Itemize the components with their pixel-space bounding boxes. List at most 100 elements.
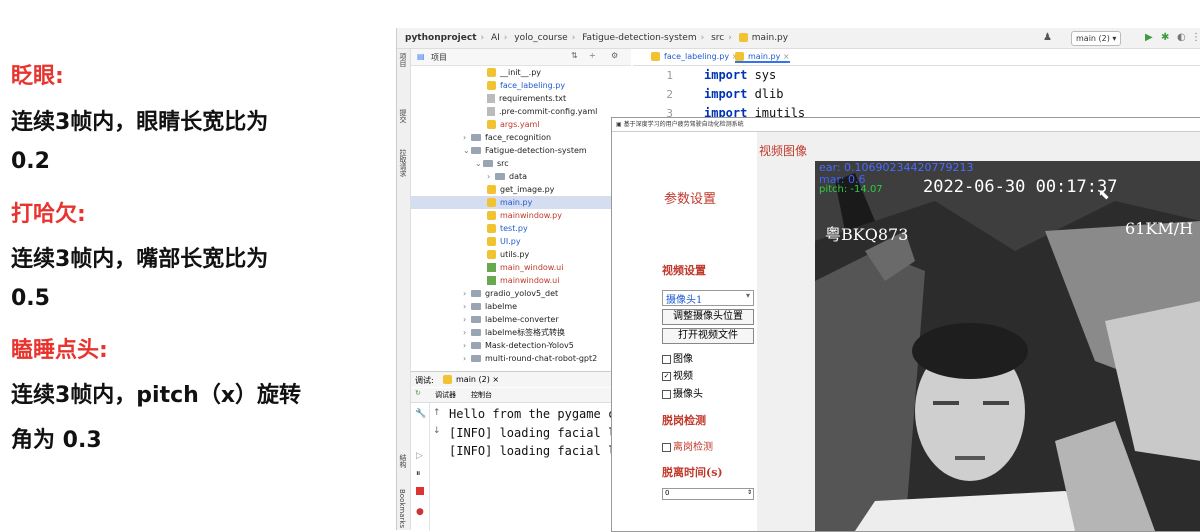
tab-console[interactable]: 控制台	[471, 390, 492, 400]
file-icon	[487, 198, 496, 207]
file-icon	[487, 81, 496, 90]
tree-item[interactable]: args.yaml	[411, 118, 631, 131]
tree-item[interactable]: requirements.txt	[411, 92, 631, 105]
tree-item[interactable]: get_image.py	[411, 183, 631, 196]
collapse-icon[interactable]: ÷	[589, 51, 596, 60]
video-label: 视频图像	[759, 144, 808, 158]
breadcrumb-item[interactable]: AI	[491, 33, 500, 43]
expand-icon[interactable]: ⇅	[571, 51, 578, 60]
chevron-down-icon: ▾	[745, 291, 750, 300]
chevron-icon[interactable]: ›	[463, 352, 471, 365]
run-name: main (2)	[456, 375, 490, 384]
chevron-icon[interactable]: ›	[487, 170, 495, 183]
tree-item-label: __init__.py	[500, 68, 542, 77]
breadcrumb-item[interactable]: Fatigue-detection-system	[582, 33, 696, 43]
tree-item[interactable]: ⌄ Fatigue-detection-system	[411, 144, 631, 157]
settings-icon[interactable]: ⚙	[611, 51, 618, 60]
chevron-icon[interactable]: ⌄	[475, 157, 483, 170]
tree-item[interactable]: › multi-round-chat-robot-gpt2	[411, 352, 631, 365]
video-checkbox-label: 视频	[673, 371, 693, 382]
code-line[interactable]: import sys	[704, 68, 776, 82]
breadcrumb-item[interactable]: main.py	[752, 33, 788, 43]
tree-item[interactable]: mainwindow.py	[411, 209, 631, 222]
chevron-icon[interactable]: ›	[463, 131, 471, 144]
nod-value: 角为 0.3	[11, 428, 102, 453]
tree-item[interactable]: › labelme-converter	[411, 313, 631, 326]
tree-item[interactable]: __init__.py	[411, 66, 631, 79]
tree-item[interactable]: › gradio_yolov5_det	[411, 287, 631, 300]
file-icon	[487, 211, 496, 220]
image-checkbox[interactable]: 图像	[662, 350, 693, 365]
debug-run-tab[interactable]: main (2) ×	[443, 375, 499, 384]
branch-selector[interactable]: main (2) ▾	[1071, 31, 1122, 46]
tree-item[interactable]: test.py	[411, 222, 631, 235]
chevron-icon[interactable]: ›	[463, 326, 471, 339]
tree-item[interactable]: UI.py	[411, 235, 631, 248]
tree-item[interactable]: › Mask-detection-Yolov5	[411, 339, 631, 352]
code-line[interactable]: import dlib	[704, 87, 783, 101]
plate-overlay: 粤BKQ873	[825, 225, 909, 244]
chevron-icon[interactable]: ›	[463, 339, 471, 352]
tool-project[interactable]: 项目	[398, 53, 408, 67]
folder-icon	[471, 329, 481, 336]
code-text: sys	[747, 68, 777, 82]
tool-structure[interactable]: 结构	[398, 454, 408, 468]
tree-item[interactable]: › face_recognition	[411, 131, 631, 144]
tab-face-labeling[interactable]: face_labeling.py ×	[651, 52, 738, 61]
branch-label: main (2)	[1076, 34, 1110, 43]
spinbox-value: 0	[665, 489, 670, 497]
breadcrumb-item[interactable]: pythonproject	[405, 33, 477, 43]
spinbox-arrows-icon[interactable]: ⇕	[747, 489, 752, 496]
breadcrumb-item[interactable]: src	[711, 33, 724, 43]
open-video-button[interactable]: 打开视频文件	[662, 328, 754, 344]
tool-pull-requests[interactable]: 拉取请求	[398, 149, 408, 177]
file-icon	[487, 68, 496, 77]
camera-select[interactable]: 摄像头1 ▾	[662, 290, 754, 306]
tree-item[interactable]: .pre-commit-config.yaml	[411, 105, 631, 118]
tree-item[interactable]: ⌄ src	[411, 157, 631, 170]
breadcrumb-item[interactable]: yolo_course	[514, 33, 567, 43]
up-arrow-icon[interactable]: ↑	[433, 408, 441, 418]
tree-item[interactable]: › data	[411, 170, 631, 183]
leave-time-spinbox[interactable]: 0 ⇕	[662, 488, 754, 500]
adjust-camera-button[interactable]: 调整摄像头位置	[662, 309, 754, 325]
pause-icon[interactable]: ⏸	[416, 469, 421, 479]
leave-checkbox[interactable]: 离岗检测	[662, 438, 713, 453]
down-arrow-icon[interactable]: ↓	[433, 426, 441, 436]
tree-item-label: labelme-converter	[485, 315, 559, 324]
user-icon[interactable]: ♟	[1043, 32, 1052, 43]
project-label[interactable]: 项目	[431, 52, 447, 63]
camera-checkbox[interactable]: 摄像头	[662, 385, 703, 400]
tree-item[interactable]: utils.py	[411, 248, 631, 261]
close-icon[interactable]: ×	[783, 52, 790, 61]
settings-panel: 参数设置 视频设置 摄像头1 ▾ 调整摄像头位置 打开视频文件 图像 ✓ 视频 摄…	[612, 132, 757, 531]
run-icon[interactable]: ▶	[1145, 32, 1153, 43]
chevron-icon[interactable]: ⌄	[463, 144, 471, 157]
tool-commit[interactable]: 提交	[398, 109, 408, 123]
debug-icon[interactable]: ✱	[1161, 32, 1169, 43]
chevron-icon[interactable]: ›	[463, 313, 471, 326]
rerun-icon[interactable]: ↻	[415, 389, 421, 397]
tree-item[interactable]: › labelme标签格式转换	[411, 326, 631, 339]
timestamp-overlay: 2022-06-30 00:17:37	[923, 177, 1118, 197]
chevron-icon[interactable]: ›	[463, 300, 471, 313]
tree-item[interactable]: main_window.ui	[411, 261, 631, 274]
resume-icon[interactable]: ▷	[416, 451, 423, 461]
wrench-icon[interactable]: 🔧	[415, 409, 426, 419]
project-view-icon[interactable]: ▤	[417, 52, 425, 61]
tree-item[interactable]: main.py	[411, 196, 631, 209]
tab-main[interactable]: main.py ×	[735, 52, 790, 63]
tree-item[interactable]: › labelme	[411, 300, 631, 313]
file-icon	[487, 185, 496, 194]
video-checkbox[interactable]: ✓ 视频	[662, 367, 693, 382]
tool-bookmarks[interactable]: Bookmarks	[398, 489, 406, 528]
stop-icon[interactable]	[416, 487, 424, 495]
tab-label: face_labeling.py	[664, 52, 730, 61]
tree-item[interactable]: mainwindow.ui	[411, 274, 631, 287]
coverage-icon[interactable]: ◐	[1177, 32, 1186, 43]
tree-item[interactable]: face_labeling.py	[411, 79, 631, 92]
tab-debugger[interactable]: 调试器	[435, 390, 456, 400]
more-icon[interactable]: ⋮	[1191, 32, 1200, 43]
breakpoints-icon[interactable]: ●	[416, 507, 424, 517]
chevron-icon[interactable]: ›	[463, 287, 471, 300]
